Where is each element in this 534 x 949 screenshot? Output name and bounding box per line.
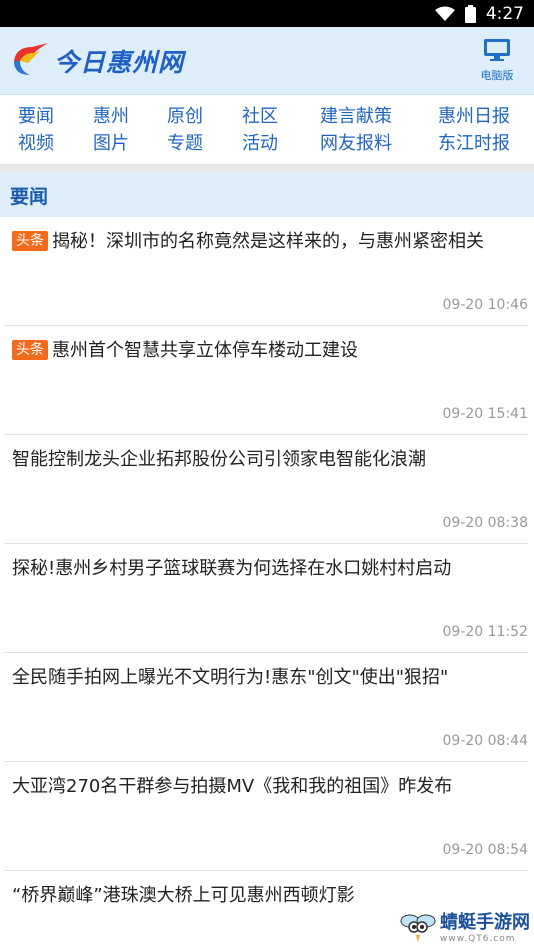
nav-item[interactable]: 图片 bbox=[93, 130, 167, 157]
nav-item[interactable]: 惠州日报 bbox=[438, 103, 534, 130]
app-header: 今日惠州网 电脑版 bbox=[0, 27, 534, 95]
news-item[interactable]: 大亚湾270名干群参与拍摄MV《我和我的祖国》昨发布 09-20 08:54 bbox=[4, 762, 528, 871]
headline-badge: 头条 bbox=[12, 340, 48, 360]
news-title: 惠州首个智慧共享立体停车楼动工建设 bbox=[52, 340, 358, 361]
nav-item[interactable]: 专题 bbox=[167, 130, 242, 157]
divider bbox=[0, 165, 534, 173]
section-title: 要闻 bbox=[0, 173, 534, 217]
category-nav: 要闻 惠州 原创 社区 建言献策 惠州日报 视频 图片 专题 活动 网友报料 东… bbox=[0, 95, 534, 165]
nav-item[interactable]: 东江时报 bbox=[438, 130, 534, 157]
news-time: 09-20 11:52 bbox=[442, 624, 528, 640]
pc-version-label: 电脑版 bbox=[480, 68, 514, 82]
news-title: “桥界巅峰”港珠澳大桥上可见惠州西顿灯影 bbox=[12, 885, 355, 906]
news-item[interactable]: 头条 惠州首个智慧共享立体停车楼动工建设 09-20 15:41 bbox=[4, 326, 528, 435]
watermark: 蜻蜓手游网 www.QT6.com bbox=[400, 909, 530, 947]
dragonfly-icon bbox=[400, 909, 436, 947]
site-logo[interactable]: 今日惠州网 bbox=[10, 39, 184, 83]
headline-badge: 头条 bbox=[12, 231, 48, 251]
news-item[interactable]: 探秘!惠州乡村男子篮球联赛为何选择在水口姚村村启动 09-20 11:52 bbox=[4, 544, 528, 653]
news-time: 09-20 15:41 bbox=[442, 406, 528, 422]
pc-version-button[interactable]: 电脑版 bbox=[472, 38, 522, 83]
news-title: 探秘!惠州乡村男子篮球联赛为何选择在水口姚村村启动 bbox=[12, 558, 452, 579]
news-title: 大亚湾270名干群参与拍摄MV《我和我的祖国》昨发布 bbox=[12, 776, 453, 797]
news-title: 智能控制龙头企业拓邦股份公司引领家电智能化浪潮 bbox=[12, 449, 426, 470]
news-time: 09-20 10:46 bbox=[442, 297, 528, 313]
logo-bird-icon bbox=[10, 39, 50, 83]
nav-item[interactable]: 视频 bbox=[18, 130, 93, 157]
news-item[interactable]: 头条 揭秘！深圳市的名称竟然是这样来的，与惠州紧密相关 09-20 10:46 bbox=[4, 217, 528, 326]
status-time: 4:27 bbox=[485, 3, 524, 24]
logo-text: 今日惠州网 bbox=[54, 47, 185, 77]
nav-item[interactable]: 惠州 bbox=[93, 103, 167, 130]
news-list: 头条 揭秘！深圳市的名称竟然是这样来的，与惠州紧密相关 09-20 10:46 头… bbox=[0, 217, 534, 949]
battery-icon bbox=[464, 4, 476, 23]
nav-item[interactable]: 原创 bbox=[167, 103, 242, 130]
nav-item[interactable]: 建言献策 bbox=[320, 103, 438, 130]
wifi-icon bbox=[434, 6, 455, 22]
news-time: 09-20 08:44 bbox=[442, 733, 528, 749]
news-time: 09-20 08:38 bbox=[442, 515, 528, 531]
news-time: 09-20 08:54 bbox=[442, 842, 528, 858]
monitor-icon bbox=[484, 38, 510, 64]
status-bar: 4:27 bbox=[0, 0, 534, 27]
news-title: 全民随手拍网上曝光不文明行为!惠东"创文"使出"狠招" bbox=[12, 667, 449, 688]
news-item[interactable]: 全民随手拍网上曝光不文明行为!惠东"创文"使出"狠招" 09-20 08:44 bbox=[4, 653, 528, 762]
nav-item[interactable]: 要闻 bbox=[18, 103, 93, 130]
news-title-row: 头条 惠州首个智慧共享立体停车楼动工建设 bbox=[12, 338, 528, 364]
news-item[interactable]: 智能控制龙头企业拓邦股份公司引领家电智能化浪潮 09-20 08:38 bbox=[4, 435, 528, 544]
watermark-url: www.QT6.com bbox=[440, 934, 516, 944]
nav-item[interactable]: 网友报料 bbox=[320, 130, 438, 157]
news-title: 揭秘！深圳市的名称竟然是这样来的，与惠州紧密相关 bbox=[52, 231, 484, 252]
nav-item[interactable]: 社区 bbox=[242, 103, 320, 130]
nav-item[interactable]: 活动 bbox=[242, 130, 320, 157]
news-title-row: 头条 揭秘！深圳市的名称竟然是这样来的，与惠州紧密相关 bbox=[12, 229, 528, 255]
watermark-title: 蜻蜓手游网 bbox=[440, 912, 530, 933]
